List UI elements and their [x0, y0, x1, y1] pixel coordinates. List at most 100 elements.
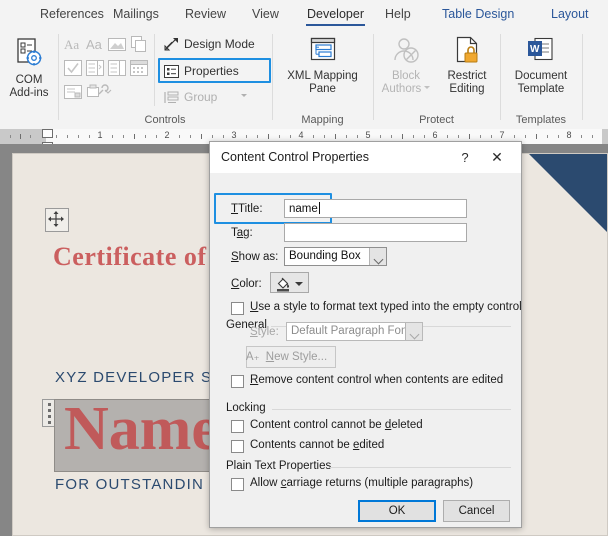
combo-box-content-control-icon[interactable] [85, 58, 105, 78]
com-addins-label-line1: COM [15, 74, 43, 86]
rich-text-content-control-icon[interactable]: Aa [63, 34, 83, 54]
svg-text:Aa: Aa [64, 37, 79, 52]
first-line-indent-marker[interactable] [42, 129, 53, 138]
ok-button[interactable]: OK [358, 500, 436, 522]
document-template-button[interactable]: W Document Template [503, 36, 579, 96]
table-move-handle[interactable] [45, 208, 69, 232]
cannot-edit-checkbox[interactable] [231, 440, 244, 453]
document-template-label-line2: Template [517, 83, 565, 95]
properties-label: Properties [184, 64, 239, 78]
legacy-tools-icon[interactable] [85, 82, 115, 102]
dialog-title-bar[interactable]: Content Control Properties ? ✕ [210, 142, 521, 173]
block-authors-button[interactable]: Block Authors [376, 36, 436, 96]
check-box-content-control-icon[interactable] [63, 58, 83, 78]
use-style-checkbox[interactable] [231, 302, 244, 315]
color-chevron-down-icon[interactable] [295, 282, 303, 286]
style-combobox[interactable]: Default Paragraph Font [286, 322, 423, 341]
text-caret [318, 202, 320, 214]
tab-table-design[interactable]: Table Design [440, 0, 516, 28]
question-mark-icon[interactable]: ? [454, 147, 476, 169]
com-addins-label-line2: Add-ins [9, 87, 49, 99]
tag-label: Tag: [231, 227, 253, 239]
mapping-group-label: Mapping [301, 114, 344, 126]
color-label: Color: [231, 278, 262, 290]
cancel-button[interactable]: Cancel [443, 500, 510, 522]
show-as-combobox[interactable]: Bounding Box [284, 247, 387, 266]
ruler-left-margin [0, 129, 46, 144]
cannot-delete-checkbox[interactable] [231, 420, 244, 433]
title-label-rest: Title: [238, 203, 263, 215]
show-as-label-rest: how as: [238, 251, 279, 263]
com-addins-icon [4, 36, 54, 74]
certificate-title: Certificate of [53, 242, 207, 271]
tab-layout[interactable]: Layout [549, 0, 591, 28]
document-template-label-line1: Document [514, 70, 568, 82]
group-separator-5 [582, 34, 583, 120]
style-chevron-down-icon[interactable] [405, 323, 422, 340]
new-style-button[interactable]: A₊ New Style... [246, 346, 336, 368]
group-chevron-down-icon[interactable] [241, 94, 247, 97]
word-window: References Mailings Review View Develope… [0, 0, 608, 536]
ruler-tick-4: 4 [298, 130, 304, 140]
building-block-gallery-icon[interactable] [129, 34, 149, 54]
picture-content-control-icon[interactable] [107, 34, 127, 54]
paint-bucket-icon [275, 275, 292, 297]
show-as-value: Bounding Box [289, 250, 361, 262]
properties-icon [163, 63, 180, 80]
date-picker-content-control-icon[interactable] [129, 58, 149, 78]
tab-review[interactable]: Review [183, 0, 228, 28]
show-as-chevron-down-icon[interactable] [369, 248, 386, 265]
block-authors-icon [376, 36, 436, 70]
com-addins-button[interactable]: COM Add-ins [4, 36, 54, 100]
tab-mailings[interactable]: Mailings [111, 0, 161, 28]
remove-control-label[interactable]: Remove content control when contents are… [250, 374, 503, 386]
controls-inner-separator [154, 34, 155, 106]
restrict-editing-icon [438, 36, 496, 70]
ribbon-group-controls: Aa Aa Design Mode Properties Group Contr… [59, 28, 271, 129]
cannot-edit-label[interactable]: Contents cannot be edited [250, 439, 384, 451]
new-style-icon: A₊ [245, 351, 260, 363]
repeating-section-content-control-icon[interactable] [63, 82, 83, 102]
ribbon-group-protect: Block Authors Restrict Editing Protect [374, 28, 499, 129]
block-authors-label-line1: Block [391, 70, 421, 82]
plain-text-content-control-icon[interactable]: Aa [85, 34, 105, 54]
document-template-icon: W [503, 36, 579, 70]
tab-view[interactable]: View [250, 0, 281, 28]
show-as-label: Show as: [231, 251, 279, 263]
block-authors-chevron-down-icon[interactable] [424, 86, 431, 89]
ruler-tick-5: 5 [365, 130, 371, 140]
xml-mapping-label-line2: Pane [309, 83, 336, 95]
xml-mapping-label-line1: XML Mapping [287, 70, 358, 82]
drop-down-list-content-control-icon[interactable] [107, 58, 127, 78]
xml-mapping-pane-icon [277, 36, 368, 70]
title-input[interactable]: name [284, 199, 467, 218]
remove-control-checkbox[interactable] [231, 375, 244, 388]
design-mode-icon [163, 36, 180, 53]
carriage-returns-label[interactable]: Allow carriage returns (multiple paragra… [250, 477, 473, 489]
ribbon-group-mapping: XML Mapping Pane Mapping [273, 28, 372, 129]
group-icon [163, 89, 180, 106]
tag-label-rest: g: [243, 227, 253, 239]
protect-group-label: Protect [419, 114, 454, 126]
for-outstanding-line: FOR OUTSTANDIN [55, 476, 205, 493]
ribbon: COM Add-ins Aa Aa Design Mode Properties… [0, 28, 608, 130]
group-label: Group [184, 90, 218, 104]
use-style-label[interactable]: Use a style to format text typed into th… [250, 301, 522, 313]
tab-references[interactable]: References [38, 0, 106, 28]
close-icon[interactable]: ✕ [476, 142, 518, 173]
tag-input[interactable] [284, 223, 467, 242]
tab-help[interactable]: Help [383, 0, 413, 28]
ribbon-group-add-ins: COM Add-ins [0, 28, 58, 129]
content-control-properties-dialog: Content Control Properties ? ✕ General T… [209, 141, 522, 528]
restrict-editing-button[interactable]: Restrict Editing [438, 36, 496, 96]
svg-text:W: W [530, 44, 540, 55]
new-style-label-rest: ew Style... [274, 351, 328, 363]
xml-mapping-pane-button[interactable]: XML Mapping Pane [277, 36, 368, 96]
plain-text-group-label: Plain Text Properties [223, 460, 335, 472]
tab-developer[interactable]: Developer [305, 0, 366, 28]
ruler-tick-6: 6 [432, 130, 438, 140]
cannot-delete-label[interactable]: Content control cannot be deleted [250, 419, 423, 431]
templates-group-label: Templates [515, 114, 567, 126]
carriage-returns-checkbox[interactable] [231, 478, 244, 491]
color-button[interactable] [270, 272, 309, 293]
